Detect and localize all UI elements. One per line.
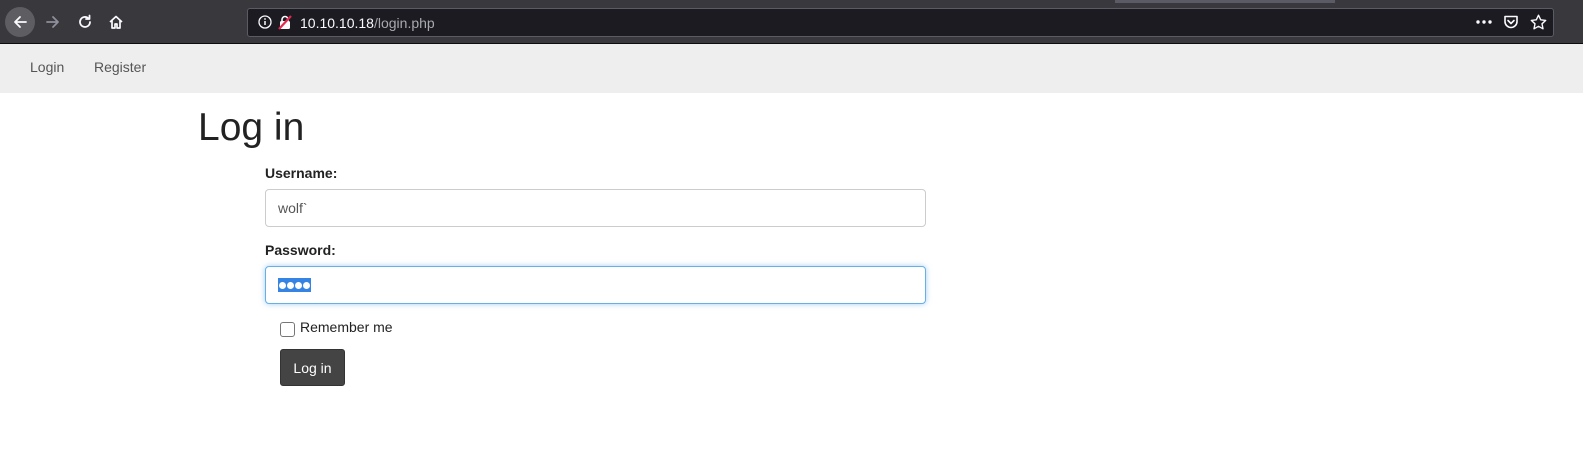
remember-me-checkbox[interactable] bbox=[280, 322, 295, 337]
login-button[interactable]: Log in bbox=[280, 349, 345, 386]
nav-link-register[interactable]: Register bbox=[94, 59, 146, 75]
browser-toolbar: 10.10.10.18/login.php bbox=[0, 0, 1583, 44]
bookmark-star-icon[interactable] bbox=[1530, 14, 1547, 30]
back-arrow-icon bbox=[14, 16, 27, 28]
info-icon[interactable] bbox=[258, 15, 272, 29]
page-title: Log in bbox=[198, 106, 305, 149]
pocket-icon[interactable] bbox=[1503, 14, 1519, 30]
password-dot bbox=[295, 281, 302, 289]
password-dot bbox=[303, 281, 310, 289]
password-dot bbox=[287, 281, 294, 289]
more-actions-icon[interactable] bbox=[1476, 20, 1492, 24]
password-label: Password: bbox=[265, 242, 336, 258]
password-mask-selection bbox=[278, 278, 311, 292]
url-path: /login.php bbox=[373, 15, 435, 31]
reload-button[interactable] bbox=[71, 8, 99, 36]
url-host: 10.10.10.18 bbox=[300, 15, 374, 31]
home-icon bbox=[109, 15, 123, 29]
username-input[interactable] bbox=[265, 189, 926, 227]
remember-me-label[interactable]: Remember me bbox=[300, 319, 393, 335]
url-text[interactable]: 10.10.10.18/login.php bbox=[300, 15, 435, 31]
insecure-lock-icon[interactable] bbox=[278, 15, 292, 30]
username-label: Username: bbox=[265, 165, 338, 181]
back-button[interactable] bbox=[5, 7, 35, 37]
site-navbar: Login Register bbox=[0, 44, 1583, 93]
nav-link-login[interactable]: Login bbox=[30, 59, 64, 75]
password-input[interactable] bbox=[265, 266, 926, 304]
forward-arrow-icon bbox=[46, 16, 59, 28]
reload-icon bbox=[79, 14, 91, 28]
password-dot bbox=[279, 281, 286, 289]
url-bar[interactable]: 10.10.10.18/login.php bbox=[247, 8, 1554, 37]
tab-strip-edge bbox=[1115, 0, 1335, 3]
forward-button[interactable] bbox=[39, 8, 67, 36]
home-button[interactable] bbox=[102, 8, 130, 36]
